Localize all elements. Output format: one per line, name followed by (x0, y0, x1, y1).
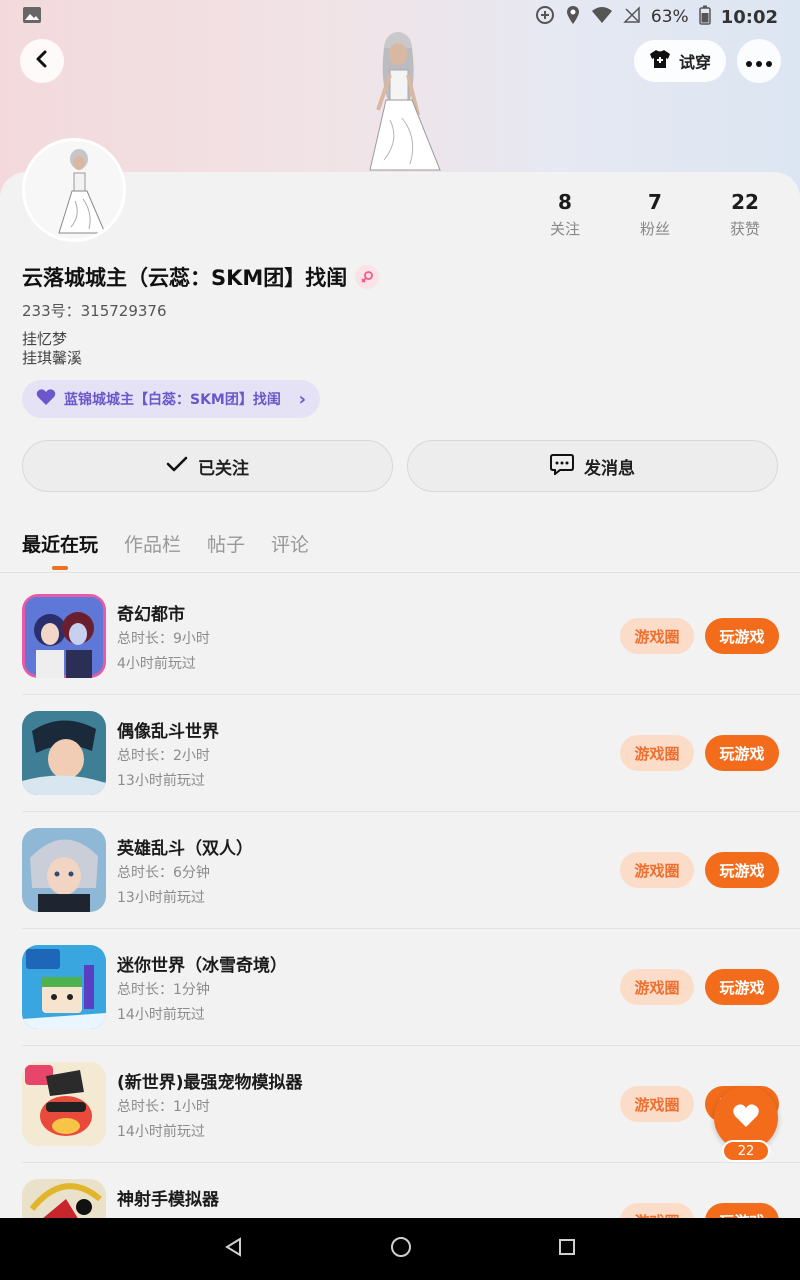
avatar[interactable] (22, 138, 126, 242)
game-name: 迷你世界（冰雪奇境） (117, 956, 287, 976)
character-figure-image (369, 32, 441, 171)
try-on-label: 试穿 (678, 53, 711, 72)
checkmark-icon (166, 455, 188, 478)
wifi-icon (591, 6, 613, 29)
battery-percentage: 63% (650, 7, 689, 27)
more-options-button[interactable] (737, 39, 781, 83)
shirt-icon (649, 49, 671, 73)
list-item[interactable]: 偶像乱斗世界 总时长：2小时 13小时前玩过 游戏圈 玩游戏 (22, 695, 800, 812)
stat-value: 8 (558, 190, 572, 214)
username: 云落城城主（云蕊：SKM团】找闺 (22, 262, 380, 292)
stat-label: 获赞 (729, 220, 760, 238)
user-id: 233号：315729376 (22, 302, 167, 320)
status-bar: 63% 10:02 (0, 0, 800, 34)
bio: 挂忆梦 挂琪馨溪 (22, 330, 82, 368)
nav-recents-icon[interactable] (557, 1237, 577, 1261)
tab-comments[interactable]: 评论 (271, 530, 309, 572)
list-item[interactable]: 英雄乱斗（双人） 总时长：6分钟 13小时前玩过 游戏圈 玩游戏 (22, 812, 800, 929)
stat-label: 关注 (549, 220, 580, 238)
female-gender-icon (355, 265, 380, 289)
tabs-divider (0, 572, 800, 573)
game-duration: 总时长：6分钟 (117, 865, 210, 881)
game-name: (新世界)最强宠物模拟器 (117, 1073, 303, 1093)
group-chip[interactable]: 蓝锦城城主【白蕊：SKM团】找闺 › (22, 380, 320, 418)
tab-posts[interactable]: 帖子 (207, 530, 245, 572)
bio-line: 挂忆梦 (22, 330, 68, 348)
stat-value: 22 (731, 190, 759, 214)
nav-back-icon[interactable] (223, 1236, 245, 1262)
purple-heart-icon (36, 388, 56, 410)
game-name: 神射手模拟器 (117, 1190, 219, 1210)
game-last-played: 14小时前玩过 (117, 1007, 205, 1023)
recent-games-list: 奇幻都市 总时长：9小时 4小时前玩过 游戏圈 玩游戏 偶像乱斗世界 总时长：2… (0, 578, 800, 1280)
followed-button[interactable]: 已关注 (22, 440, 393, 492)
battery-icon (698, 5, 711, 30)
game-circle-button[interactable]: 游戏圈 (620, 618, 694, 654)
game-name: 偶像乱斗世界 (117, 722, 219, 742)
list-item[interactable]: 奇幻都市 总时长：9小时 4小时前玩过 游戏圈 玩游戏 (22, 578, 800, 695)
game-circle-button[interactable]: 游戏圈 (620, 852, 694, 888)
play-game-button[interactable]: 玩游戏 (705, 735, 779, 771)
game-name: 奇幻都市 (117, 605, 185, 625)
no-signal-icon (623, 5, 641, 29)
location-icon (565, 5, 581, 30)
game-duration: 总时长：9小时 (117, 631, 210, 647)
game-icon-hero-brawl (22, 828, 106, 912)
stat-value: 7 (648, 190, 662, 214)
list-item[interactable]: 迷你世界（冰雪奇境） 总时长：1分钟 14小时前玩过 游戏圈 玩游戏 (22, 929, 800, 1046)
try-on-button[interactable]: 试穿 (634, 40, 726, 82)
game-circle-button[interactable]: 游戏圈 (620, 1086, 694, 1122)
nav-home-icon[interactable] (390, 1236, 412, 1262)
chevron-left-icon (34, 49, 50, 73)
stat-likes[interactable]: 22 获赞 (700, 190, 790, 239)
play-game-button[interactable]: 玩游戏 (705, 852, 779, 888)
game-icon-idol-brawl (22, 711, 106, 795)
game-name: 英雄乱斗（双人） (117, 839, 253, 859)
play-game-button[interactable]: 玩游戏 (705, 969, 779, 1005)
tab-works[interactable]: 作品栏 (124, 530, 181, 572)
bio-line: 挂琪馨溪 (22, 349, 83, 367)
game-last-played: 13小时前玩过 (117, 773, 205, 789)
clock: 10:02 (720, 6, 778, 28)
list-item[interactable]: (新世界)最强宠物模拟器 总时长：1小时 14小时前玩过 游戏圈 玩游戏 (22, 1046, 800, 1163)
game-icon-mini-world (22, 945, 106, 1029)
back-button[interactable] (20, 39, 64, 83)
stat-following[interactable]: 8 关注 (520, 190, 610, 239)
game-last-played: 13小时前玩过 (117, 890, 205, 906)
stat-followers[interactable]: 7 粉丝 (610, 190, 700, 239)
game-last-played: 14小时前玩过 (117, 1124, 205, 1140)
system-navigation-bar (0, 1218, 800, 1280)
game-circle-button[interactable]: 游戏圈 (620, 735, 694, 771)
send-message-button[interactable]: 发消息 (407, 440, 778, 492)
game-last-played: 4小时前玩过 (117, 656, 196, 672)
username-text: 云落城城主（云蕊：SKM团】找闺 (22, 266, 348, 290)
profile-tabs: 最近在玩 作品栏 帖子 评论 (22, 530, 309, 572)
gallery-notification-icon (22, 6, 42, 29)
game-icon-fantasy-city (22, 594, 106, 678)
game-circle-button[interactable]: 游戏圈 (620, 969, 694, 1005)
group-chip-label: 蓝锦城城主【白蕊：SKM团】找闺 (64, 392, 281, 408)
heart-icon (732, 1103, 760, 1133)
game-icon-pet-simulator (22, 1062, 106, 1146)
game-duration: 总时长：2小时 (117, 748, 210, 764)
game-duration: 总时长：1小时 (117, 1099, 210, 1115)
more-dots-icon (746, 52, 772, 71)
followed-label: 已关注 (198, 458, 249, 479)
data-saver-icon (535, 5, 555, 30)
game-duration: 总时长：1分钟 (117, 982, 210, 998)
profile-stats: 8 关注 7 粉丝 22 获赞 (520, 190, 800, 239)
play-game-button[interactable]: 玩游戏 (705, 618, 779, 654)
like-count-badge: 22 (722, 1140, 770, 1162)
chevron-right-icon: › (298, 388, 306, 410)
stat-label: 粉丝 (639, 220, 670, 238)
tab-recently-played[interactable]: 最近在玩 (22, 530, 98, 572)
send-message-label: 发消息 (584, 458, 635, 479)
chat-bubble-icon (550, 453, 574, 480)
